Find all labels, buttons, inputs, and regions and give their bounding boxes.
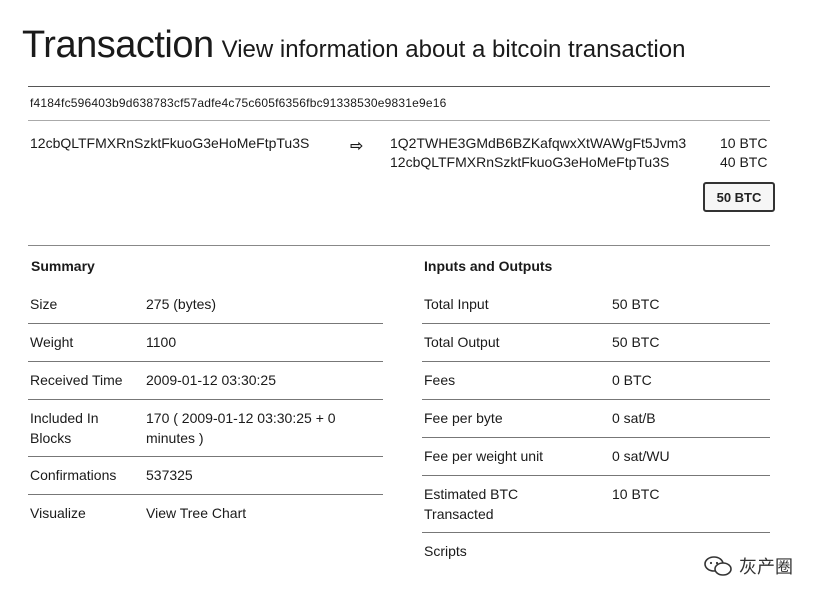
arrow-right-icon: ⇨ [350,138,364,155]
view-tree-chart-link[interactable]: View Tree Chart [146,503,246,523]
wechat-icon [704,556,732,576]
io-label-total-output: Total Output [424,334,500,350]
summary-title: Summary [31,258,95,274]
summary-value-confirmations: 537325 [146,467,193,483]
summary-row-divider [28,456,383,457]
io-value-fee-per-byte: 0 sat/B [612,410,656,426]
io-label-scripts[interactable]: Scripts [424,541,467,561]
summary-value-size: 275 (bytes) [146,296,217,312]
output-address-link-1[interactable]: 1Q2TWHE3GMdB6BZKafqwxXtWAWgFt5Jvm3 [390,135,686,151]
summary-label-weight: Weight [30,334,74,350]
page-title: Transaction [22,24,214,66]
page-header: Transaction View information about a bitc… [22,24,685,67]
io-row-divider [422,475,770,476]
io-row-divider [422,399,770,400]
summary-value-received-time: 2009-01-12 03:30:25 [146,372,276,388]
output-amount-2: 40 BTC [720,154,768,170]
io-row-divider [422,361,770,362]
header-divider [28,86,770,87]
summary-row-divider [28,361,383,362]
io-value-fee-per-weight-unit: 0 sat/WU [612,448,670,464]
io-label-fee-per-byte: Fee per byte [424,410,503,426]
summary-label-size: Size [30,296,58,312]
summary-label-visualize: Visualize [30,505,86,521]
watermark: 灰产圈 [703,553,793,579]
total-amount-button[interactable]: 50 BTC [703,182,775,212]
summary-label-included-in-blocks: Included In Blocks [30,410,99,446]
summary-row-divider [28,323,383,324]
summary-value-weight: 1100 [146,334,177,350]
io-value-estimated-btc-transacted: 10 BTC [612,486,660,502]
tx-hash[interactable]: f4184fc596403b9d638783cf57adfe4c75c605f6… [30,96,447,110]
input-address-link[interactable]: 12cbQLTFMXRnSzktFkuoG3eHoMeFtpTu3S [30,135,309,151]
watermark-text: 灰产圈 [739,557,793,577]
io-label-total-input: Total Input [424,296,489,312]
io-row-divider [422,323,770,324]
io-label-fees: Fees [424,372,456,388]
output-amount-1: 10 BTC [720,135,768,151]
io-label-fee-per-weight-unit: Fee per weight unit [424,448,544,464]
output-address-link-2[interactable]: 12cbQLTFMXRnSzktFkuoG3eHoMeFtpTu3S [390,154,669,170]
section-divider [28,245,770,246]
hash-divider [28,120,770,121]
summary-row-divider [28,494,383,495]
io-value-total-input: 50 BTC [612,296,660,312]
io-row-divider [422,532,770,533]
summary-label-received-time: Received Time [30,372,123,388]
io-title: Inputs and Outputs [424,258,553,274]
summary-value-included-block-link[interactable]: 170 ( 2009-01-12 03:30:25 + 0 minutes ) [146,408,356,448]
io-label-estimated-btc-transacted: Estimated BTC Transacted [424,486,519,522]
io-value-total-output: 50 BTC [612,334,660,350]
io-value-fees: 0 BTC [612,372,652,388]
io-row-divider [422,437,770,438]
page-subtitle: View information about a bitcoin transac… [221,36,686,63]
summary-label-confirmations: Confirmations [30,467,117,483]
summary-row-divider [28,399,383,400]
